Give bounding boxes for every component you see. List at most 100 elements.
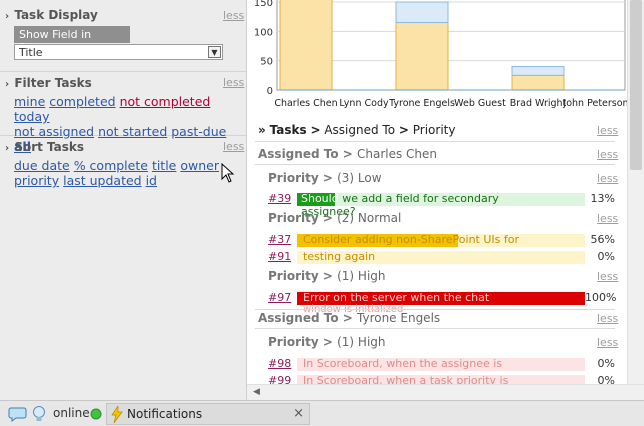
group-less-link[interactable]: less: [597, 312, 618, 325]
group-label: Assigned To > Charles Chen: [258, 147, 438, 161]
sort-percent-complete-link[interactable]: % complete: [74, 158, 148, 173]
task-id-link[interactable]: #97: [268, 291, 291, 304]
chart-x-label: Tyrone Engels: [388, 98, 455, 109]
close-icon[interactable]: ×: [293, 406, 304, 421]
task-display-section: › Task Display less Show Field in Progre…: [0, 0, 246, 72]
filter-tasks-title-text: Filter Tasks: [14, 76, 92, 90]
chart-x-label: Brad Wright: [510, 98, 567, 109]
priority-label: Priority > (1) High: [268, 269, 386, 283]
breadcrumb-assigned[interactable]: Assigned To: [324, 123, 395, 137]
sort-owner-link[interactable]: owner: [180, 158, 219, 173]
chart-x-label: Charles Chen: [274, 98, 337, 109]
chart-x-label: Web Guest: [454, 98, 506, 109]
chart-y-ticks: 150 100 50 0: [254, 0, 273, 97]
breadcrumb-tasks[interactable]: Tasks: [270, 123, 307, 137]
chart-bar: [511, 74, 565, 91]
filter-completed-link[interactable]: completed: [49, 94, 115, 109]
sort-tasks-title-text: Sort Tasks: [14, 140, 85, 154]
group-less-link[interactable]: less: [597, 148, 618, 161]
group-label: Assigned To > Tyrone Engels: [258, 311, 441, 325]
task-id-link[interactable]: #99: [268, 374, 291, 384]
vertical-scrollbar[interactable]: [627, 0, 644, 384]
chart-y-tick: 0: [267, 86, 273, 97]
sort-id-link[interactable]: id: [146, 173, 157, 188]
task-percent: 0%: [597, 250, 615, 263]
task-percent: 0%: [597, 357, 615, 370]
lightbulb-icon[interactable]: [30, 404, 48, 424]
divider: [255, 309, 615, 310]
chart-bar: [395, 1, 449, 24]
chart-bar: [511, 66, 565, 76]
filter-today-link[interactable]: today: [14, 109, 50, 124]
task-display-title[interactable]: › Task Display: [5, 8, 98, 22]
task-percent: 56%: [590, 233, 615, 246]
task-id-link[interactable]: #37: [268, 233, 291, 246]
priority-less-link[interactable]: less: [597, 212, 618, 225]
sort-last-updated-link[interactable]: last updated: [63, 173, 142, 188]
task-title[interactable]: In Scoreboard, when the assignee is: [303, 355, 502, 372]
task-list: » Tasks > Assigned To > Priority less As…: [247, 116, 627, 384]
main-panel: 150 100 50 0 Charles Chen Lynn Cody Tyrone En…: [247, 0, 644, 400]
chart-x-labels: Charles Chen Lynn Cody Tyrone Engels Web Gu…: [274, 98, 627, 109]
sort-links: due date % complete title owner priority…: [14, 158, 219, 188]
chat-icon[interactable]: [8, 404, 28, 424]
task-id-link[interactable]: #98: [268, 357, 291, 370]
task-title[interactable]: testing again: [303, 248, 375, 265]
progress-field-value: Title: [19, 46, 43, 59]
task-title[interactable]: In Scoreboard, when a task priority is: [303, 372, 508, 384]
progress-field-select[interactable]: Title ▼: [14, 44, 223, 60]
chart-bar: [395, 22, 449, 91]
priority-label: Priority > (3) Low: [268, 171, 382, 185]
notifications-tab[interactable]: Notifications ×: [106, 403, 310, 425]
chart-x-label: John Peterson: [562, 98, 627, 109]
group-assigned-to: Assigned To > Charles Chen: [258, 147, 627, 161]
chart-bar: [279, 0, 333, 91]
priority-less-link[interactable]: less: [597, 336, 618, 349]
status-bar: online Notifications ×: [0, 400, 644, 426]
header-less-link[interactable]: less: [597, 124, 618, 137]
task-id-link[interactable]: #91: [268, 250, 291, 263]
sort-tasks-less-link[interactable]: less: [223, 140, 244, 153]
scroll-left-icon[interactable]: ◀: [253, 387, 260, 397]
breadcrumb-priority[interactable]: Priority: [413, 123, 456, 137]
group-priority-low: Priority > (3) Low: [268, 171, 627, 185]
filter-mine-link[interactable]: mine: [14, 94, 45, 109]
chart-y-tick: 50: [260, 57, 273, 68]
sort-due-date-link[interactable]: due date: [14, 158, 70, 173]
horizontal-scrollbar[interactable]: ◀: [247, 384, 644, 400]
task-id-link[interactable]: #39: [268, 192, 291, 205]
online-status-label[interactable]: online: [53, 406, 90, 426]
sort-title-link[interactable]: title: [152, 158, 176, 173]
filter-tasks-title[interactable]: › Filter Tasks: [5, 76, 92, 90]
group-priority-normal: Priority > (2) Normal: [268, 211, 627, 225]
sort-tasks-section: › Sort Tasks less due date % complete ti…: [0, 136, 246, 196]
sort-priority-link[interactable]: priority: [14, 173, 59, 188]
task-display-title-text: Task Display: [14, 8, 98, 22]
mouse-cursor-icon: [221, 163, 235, 183]
show-field-in-progress-button[interactable]: Show Field in Progress: [14, 26, 130, 54]
task-title[interactable]: Consider adding non-SharePoint UIs for: [303, 231, 519, 248]
priority-less-link[interactable]: less: [597, 172, 618, 185]
assignee-bar-chart: 150 100 50 0 Charles Chen Lynn Cody Tyrone En…: [254, 0, 627, 109]
filter-tasks-less-link[interactable]: less: [223, 76, 244, 89]
task-display-less-link[interactable]: less: [223, 9, 244, 22]
chart-y-tick: 100: [254, 27, 273, 38]
scrollbar-thumb[interactable]: [630, 0, 642, 170]
left-panel: › Task Display less Show Field in Progre…: [0, 0, 247, 400]
notifications-label: Notifications: [127, 407, 203, 421]
filter-not-completed-link[interactable]: not completed: [120, 94, 211, 109]
task-percent: 13%: [590, 192, 615, 205]
chevron-down-icon[interactable]: ▼: [208, 46, 221, 58]
priority-less-link[interactable]: less: [597, 270, 618, 283]
divider: [255, 164, 615, 165]
grouping-breadcrumb: » Tasks > Assigned To > Priority: [258, 123, 627, 137]
chart-x-label: Lynn Cody: [339, 98, 389, 109]
sort-tasks-title[interactable]: › Sort Tasks: [5, 140, 84, 154]
lightning-icon: [111, 406, 123, 423]
breadcrumb-sep: >: [310, 123, 321, 137]
online-status-icon: [90, 408, 102, 420]
chart-y-tick: 150: [254, 0, 273, 9]
breadcrumb-prefix: »: [258, 123, 266, 137]
breadcrumb-sep: >: [398, 123, 409, 137]
group-assigned-to: Assigned To > Tyrone Engels: [258, 311, 627, 325]
